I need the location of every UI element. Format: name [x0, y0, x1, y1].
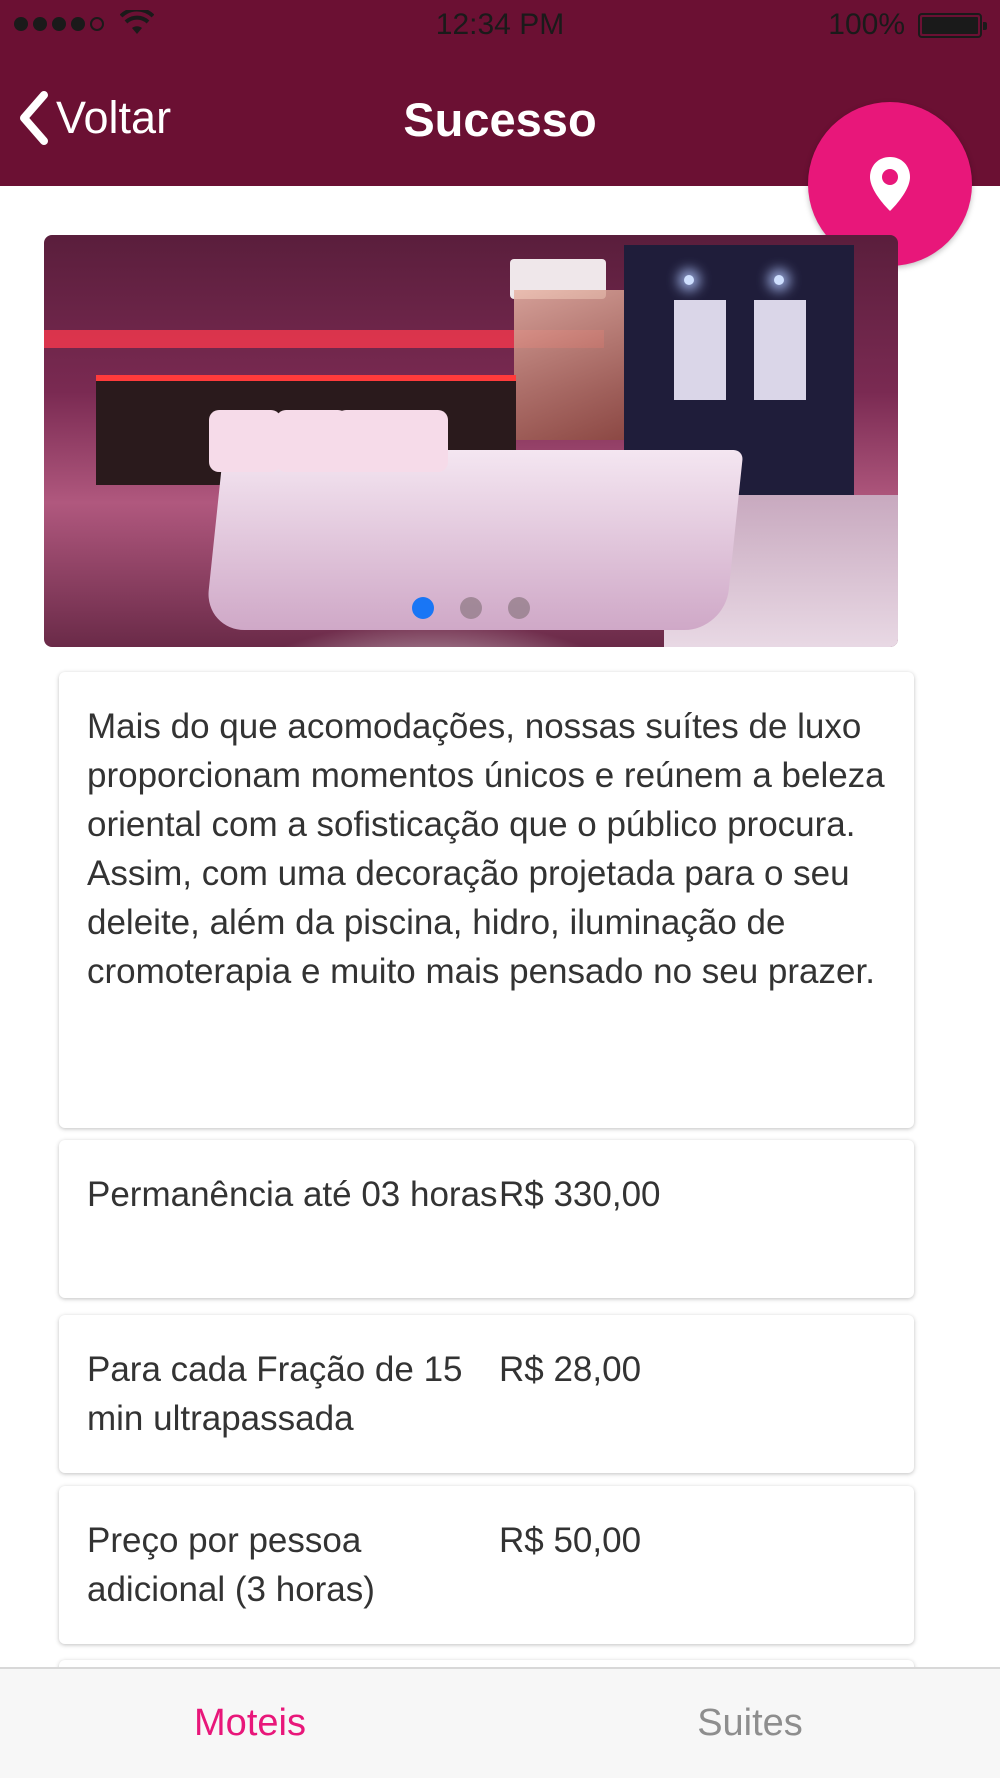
tab-bar: Moteis Suites: [0, 1667, 1000, 1778]
wall-panel: [674, 300, 726, 400]
price-card: Para cada Fração de 15 min ultrapassada …: [59, 1315, 914, 1473]
carousel-dot-1[interactable]: [412, 597, 434, 619]
ceiling-light: [774, 275, 784, 285]
price-label: Preço por pessoa adicional (3 horas): [87, 1521, 375, 1609]
map-pin-icon: [870, 157, 910, 211]
tab-moteis[interactable]: Moteis: [0, 1669, 500, 1778]
carousel-dot-3[interactable]: [508, 597, 530, 619]
price-value: R$ 330,00: [499, 1175, 661, 1214]
ceiling-light: [684, 275, 694, 285]
battery-percentage: 100%: [828, 8, 905, 41]
pillow: [376, 410, 448, 472]
description-card: Mais do que acomodações, nossas suítes d…: [59, 672, 914, 1128]
carousel-dot-2[interactable]: [460, 597, 482, 619]
price-card: Preço por pessoa adicional (3 horas) R$ …: [59, 1486, 914, 1644]
battery-icon: [918, 13, 987, 38]
suite-photo-carousel[interactable]: [44, 235, 898, 647]
pillow: [209, 410, 281, 472]
price-label: Permanência até 03 horas: [87, 1175, 498, 1214]
price-value: R$ 50,00: [499, 1521, 642, 1560]
wall-panel: [754, 300, 806, 400]
tab-suites[interactable]: Suites: [500, 1669, 1000, 1778]
carousel-pagination: [44, 597, 898, 619]
wall-art: [514, 290, 624, 440]
suite-description: Mais do que acomodações, nossas suítes d…: [87, 707, 885, 991]
price-value: R$ 28,00: [499, 1350, 642, 1389]
price-label: Para cada Fração de 15 min ultrapassada: [87, 1350, 463, 1438]
price-card: Permanência até 03 horas R$ 330,00: [59, 1140, 914, 1298]
status-bar: 12:34 PM 100%: [0, 0, 1000, 50]
